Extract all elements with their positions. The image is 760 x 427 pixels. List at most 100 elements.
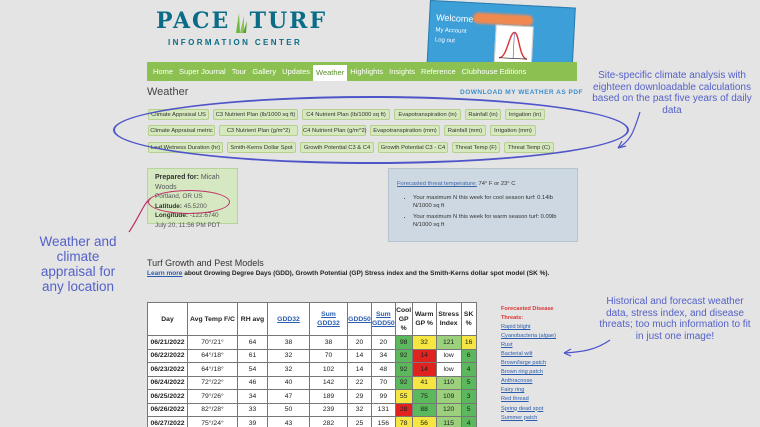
table-header-row: Day Avg Temp F/C RH avg GDD32 Sum GDD32 GDD50… (147, 302, 477, 336)
annotation-pink-ellipse (148, 190, 230, 214)
table-cell: 06/23/2022 (147, 362, 188, 377)
column-header-gdd50[interactable]: GDD50 (347, 302, 372, 336)
table-cell: 102 (309, 362, 348, 377)
my-account-link[interactable]: My Account (435, 27, 466, 35)
threat-link-anthracnose[interactable]: Anthracnose (501, 377, 567, 386)
nav-item-updates[interactable]: Updates (279, 62, 313, 81)
table-cell: 5 (460, 402, 477, 417)
table-cell: 54 (237, 362, 268, 377)
forecast-box: Forecasted threat temperature: 74° F or … (388, 168, 578, 242)
nav-item-clubhouse-editions[interactable]: Clubhouse Editions (459, 62, 530, 81)
table-cell: 72°/22° (187, 375, 238, 390)
nav-item-home[interactable]: Home (150, 62, 176, 81)
turf-model-table: Day Avg Temp F/C RH avg GDD32 Sum GDD32 GDD50… (147, 302, 477, 427)
threat-link-cyanobacteria-algae[interactable]: Cyanobacteria (algae) (501, 332, 567, 341)
table-cell: 4 (460, 362, 477, 377)
table-row: 06/25/2022 79°/26° 34 47 189 29 99 55 75 109 3 (147, 389, 477, 404)
avatar (493, 24, 534, 65)
table-cell: 64 (237, 335, 268, 350)
table-cell: 4 (460, 416, 477, 427)
threat-link-summer-patch[interactable]: Summer patch (501, 414, 567, 423)
table-cell: 41 (411, 375, 437, 390)
table-cell: 38 (267, 335, 310, 350)
threat-link-red-thread[interactable]: Red thread (501, 395, 567, 404)
table-cell: 39 (237, 416, 268, 427)
prepared-label: Prepared for: (155, 174, 199, 181)
table-cell: 06/27/2022 (147, 416, 188, 427)
threat-link-brown-large-patch[interactable]: Brown/large patch (501, 359, 567, 368)
table-cell: 70 (309, 348, 348, 363)
table-cell: 33 (237, 402, 268, 417)
nav-item-highlights[interactable]: Highlights (347, 62, 386, 81)
table-cell: 131 (371, 402, 396, 417)
threat-link-brown-ring-patch[interactable]: Brown ring patch (501, 368, 567, 377)
table-cell: 06/26/2022 (147, 402, 188, 417)
nav-item-tour[interactable]: Tour (229, 62, 250, 81)
annotation-weather-climate: Weather and climate appraisal for any lo… (39, 234, 117, 294)
table-cell: 70°/21° (187, 335, 238, 350)
table-cell: 99 (371, 389, 396, 404)
download-pdf-link[interactable]: DOWNLOAD MY WEATHER AS PDF (460, 89, 583, 96)
learn-more-link[interactable]: Learn more (147, 270, 182, 277)
table-cell: 06/21/2022 (147, 335, 188, 350)
table-cell: 120 (435, 402, 462, 417)
table-cell: 98 (394, 335, 413, 350)
table-cell: 22 (347, 375, 372, 390)
table-row: 06/24/2022 72°/22° 46 40 142 22 70 92 41 110 5 (147, 375, 477, 390)
table-cell: 20 (347, 335, 372, 350)
nav-item-weather[interactable]: Weather (313, 65, 348, 81)
table-cell: low (435, 348, 462, 363)
logo-subtitle: INFORMATION CENTER (168, 38, 303, 47)
table-cell: 14 (411, 362, 437, 377)
column-header-day: Day (147, 302, 188, 336)
section-description-text: about Growing Degree Days (GDD), Growth … (182, 270, 550, 277)
nav-item-reference[interactable]: Reference (418, 62, 459, 81)
pink-arrow (128, 197, 152, 233)
table-cell: 06/25/2022 (147, 389, 188, 404)
table-row: 06/22/2022 64°/18° 61 32 70 14 34 92 14 low 6 (147, 348, 477, 363)
column-header-sum-gdd50[interactable]: Sum GDD50 (371, 302, 396, 336)
threat-link-bacterial-wilt[interactable]: Bacterial wilt (501, 350, 567, 359)
table-cell: 142 (309, 375, 348, 390)
column-header-gdd32[interactable]: GDD32 (267, 302, 310, 336)
table-cell: 43 (267, 416, 310, 427)
log-out-link[interactable]: Log out (435, 37, 455, 44)
nav-item-insights[interactable]: Insights (386, 62, 418, 81)
table-cell: 40 (267, 375, 310, 390)
table-cell: 14 (347, 362, 372, 377)
table-cell: 32 (267, 362, 310, 377)
forecast-temp: 74° F or 23° C (478, 181, 516, 187)
table-cell: 06/24/2022 (147, 375, 188, 390)
table-cell: 64°/18° (187, 362, 238, 377)
table-cell: 75 (411, 389, 437, 404)
table-cell: 92 (394, 362, 413, 377)
table-row: 06/23/2022 64°/18° 54 32 102 14 48 92 14 low 4 (147, 362, 477, 377)
threat-link-fairy-ring[interactable]: Fairy ring (501, 386, 567, 395)
threat-link-rust[interactable]: Rust (501, 341, 567, 350)
pace-turf-logo[interactable]: PACE TURF INFORMATION CENTER (150, 8, 325, 52)
table-cell: 46 (237, 375, 268, 390)
table-cell: 34 (237, 389, 268, 404)
threat-link-rapid-blight[interactable]: Rapid blight (501, 323, 567, 332)
table-cell: 28 (394, 402, 413, 417)
nav-item-gallery[interactable]: Gallery (249, 62, 279, 81)
column-header-cool-gp: Cool GP % (394, 302, 413, 336)
threat-link-spring-dead-spot[interactable]: Spring dead spot (501, 405, 567, 414)
nav-item-super-journal[interactable]: Super Journal (176, 62, 229, 81)
annotation-historical-forecast: Historical and forecast weather data, st… (599, 296, 751, 342)
forecast-threat-link[interactable]: Forecasted threat temperature: (397, 181, 477, 187)
table-cell: 55 (394, 389, 413, 404)
table-cell: 121 (435, 335, 462, 350)
welcome-card: Welcome My Account Log out (426, 0, 576, 72)
column-header-sum-gdd32[interactable]: Sum GDD32 (309, 302, 348, 336)
table-cell: 38 (309, 335, 348, 350)
table-cell: 70 (371, 375, 396, 390)
section-description: Learn more about Growing Degree Days (GD… (147, 270, 549, 277)
table-cell: 115 (435, 416, 462, 427)
table-cell: 14 (347, 348, 372, 363)
page-title: Weather (147, 86, 189, 98)
table-cell: 78 (394, 416, 413, 427)
table-cell: 79°/26° (187, 389, 238, 404)
grass-icon (236, 13, 247, 33)
table-cell: 6 (460, 348, 477, 363)
